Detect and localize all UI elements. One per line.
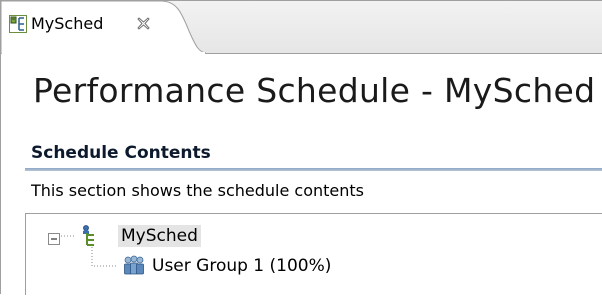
- page-title: Performance Schedule - MySched: [33, 71, 596, 110]
- section-divider: [25, 168, 602, 171]
- close-icon[interactable]: [136, 16, 151, 31]
- schedule-icon: [80, 225, 100, 247]
- user-group-icon: [122, 254, 146, 276]
- editor-tab-strip: MySched: [1, 1, 602, 54]
- tree-item-user-group[interactable]: User Group 1 (100%): [152, 256, 331, 276]
- section-description: This section shows the schedule contents: [31, 181, 364, 200]
- tree-item-mysched[interactable]: MySched: [118, 225, 201, 247]
- editor-tab-mysched[interactable]: MySched: [1, 1, 206, 54]
- tab-title: MySched: [31, 14, 104, 33]
- schedule-editor: MySched Performance Schedule - MySched S…: [0, 0, 602, 295]
- section-title[interactable]: Schedule Contents: [31, 143, 211, 163]
- schedule-tree[interactable]: MySched User Group 1 (100%): [25, 213, 602, 295]
- schedule-icon: [9, 15, 27, 33]
- collapse-icon[interactable]: [48, 230, 60, 245]
